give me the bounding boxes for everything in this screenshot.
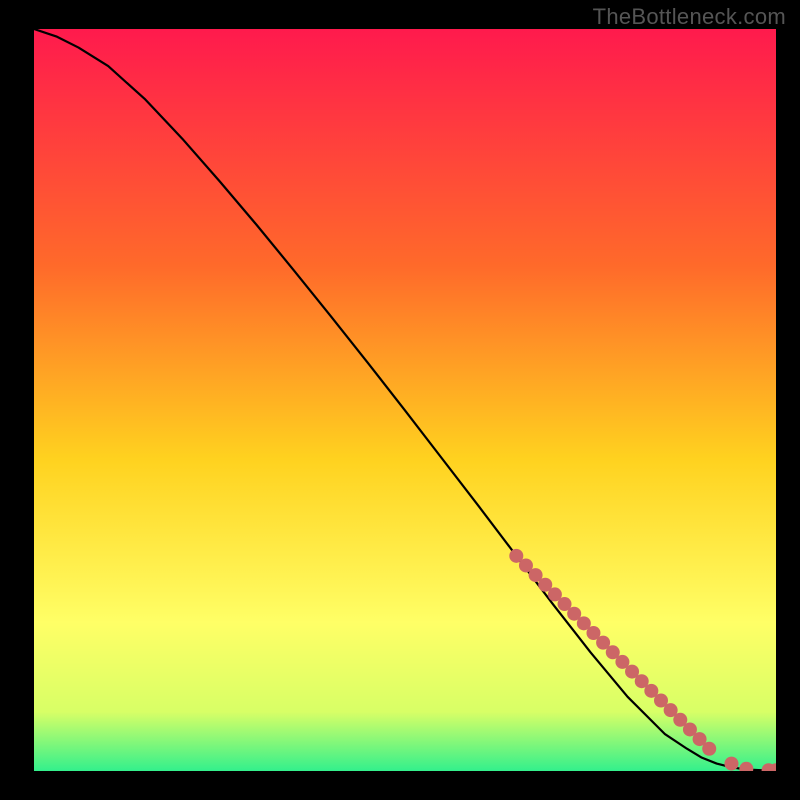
chart-svg bbox=[34, 29, 776, 771]
watermark-text: TheBottleneck.com bbox=[593, 4, 786, 30]
gradient-background bbox=[34, 29, 776, 771]
highlight-dot bbox=[702, 742, 716, 756]
chart-frame: TheBottleneck.com bbox=[0, 0, 800, 800]
highlight-dot bbox=[724, 757, 738, 771]
plot-area bbox=[34, 29, 776, 771]
